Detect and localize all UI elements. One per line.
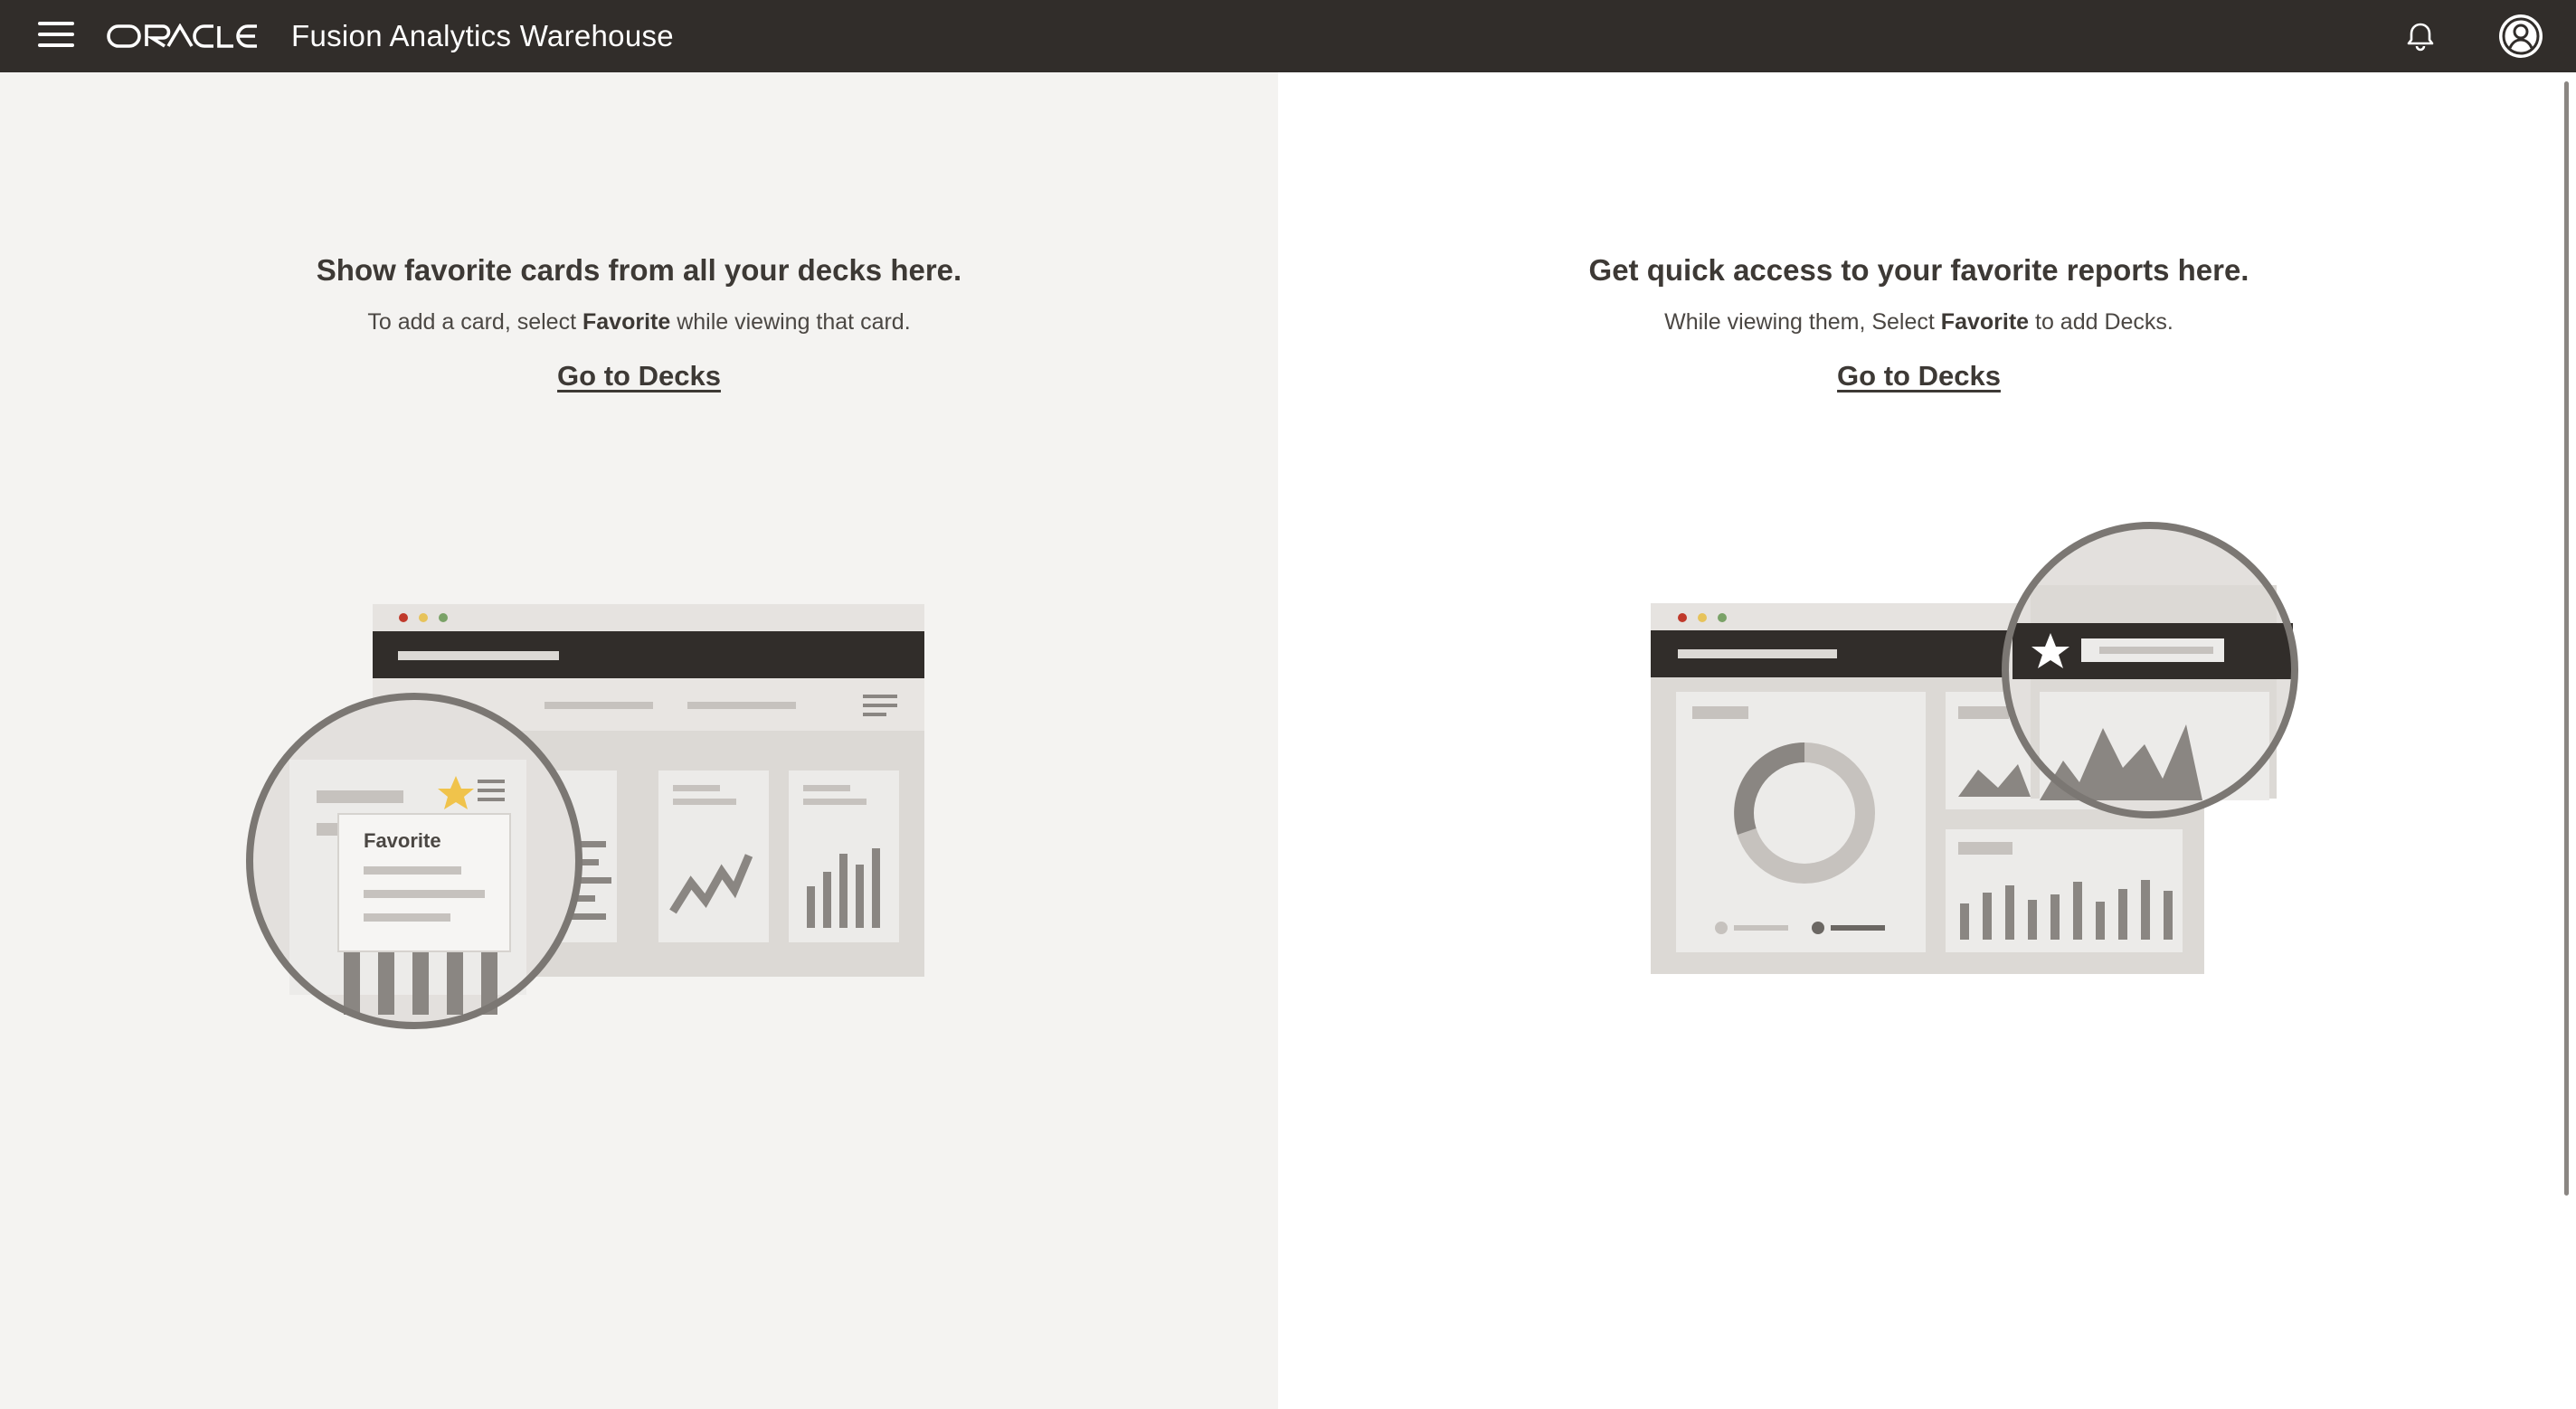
- app-title: Fusion Analytics Warehouse: [291, 19, 674, 52]
- favorite-cards-illustration: Favorite: [246, 604, 924, 1029]
- scrollbar-thumb[interactable]: [2564, 81, 2569, 1196]
- instructions-text: while viewing that card.: [670, 309, 911, 335]
- favorite-menu-item-label: Favorite: [364, 829, 441, 852]
- favorite-cards-panel: Show favorite cards from all your decks …: [0, 72, 1278, 1409]
- bell-icon[interactable]: [2402, 18, 2439, 54]
- go-to-decks-link[interactable]: Go to Decks: [557, 360, 721, 392]
- favorite-reports-panel: Get quick access to your favorite report…: [1278, 72, 2560, 1409]
- instructions-text: to add Decks.: [2029, 309, 2174, 335]
- instructions-text: To add a card, select: [367, 309, 582, 335]
- favorite-reports-heading: Get quick access to your favorite report…: [1588, 253, 2249, 287]
- favorite-emphasis: Favorite: [1940, 309, 2030, 335]
- user-avatar-icon[interactable]: [2496, 12, 2545, 61]
- favorite-cards-heading: Show favorite cards from all your decks …: [316, 253, 962, 287]
- favorite-cards-instructions: To add a card, select Favorite while vie…: [0, 309, 1278, 336]
- top-navigation-bar: Fusion Analytics Warehouse: [0, 0, 2576, 72]
- instructions-text: While viewing them, Select: [1664, 309, 1941, 335]
- brand: Fusion Analytics Warehouse: [107, 16, 674, 56]
- favorite-reports-illustration: [1651, 522, 2298, 974]
- favorite-emphasis: Favorite: [582, 309, 671, 335]
- favorite-reports-instructions: While viewing them, Select Favorite to a…: [1278, 309, 2560, 336]
- oracle-logo: [107, 24, 257, 48]
- go-to-decks-link[interactable]: Go to Decks: [1837, 360, 2001, 392]
- hamburger-menu-icon[interactable]: [34, 18, 78, 54]
